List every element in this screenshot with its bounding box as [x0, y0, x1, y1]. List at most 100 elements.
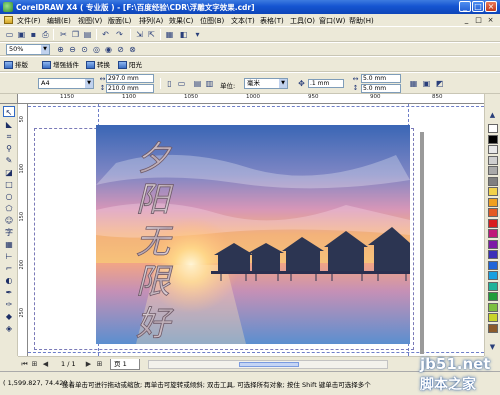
- maximize-button[interactable]: □: [472, 1, 484, 12]
- first-page-icon[interactable]: ⏮: [20, 359, 29, 369]
- duplicate-x-input[interactable]: 5.0 mm: [361, 74, 401, 83]
- guideline[interactable]: [28, 106, 484, 107]
- color-swatch[interactable]: [488, 260, 498, 270]
- color-swatch[interactable]: [488, 292, 498, 301]
- duplicate-y-input[interactable]: 5.0 mm: [361, 84, 401, 93]
- zoom-level-select[interactable]: 50% ▼: [6, 44, 50, 55]
- table-tool-icon[interactable]: ▦: [3, 239, 15, 250]
- import-icon[interactable]: ⇲: [134, 29, 145, 40]
- enhance-plugin-button[interactable]: 增强插件: [42, 59, 79, 71]
- treat-as-filled-icon[interactable]: ▣: [421, 78, 432, 89]
- portrait-icon[interactable]: ▯: [164, 78, 175, 89]
- outline-tool-icon[interactable]: ✑: [3, 299, 15, 310]
- sun-button[interactable]: 阳光: [118, 59, 142, 71]
- close-button[interactable]: ×: [485, 1, 497, 12]
- zoom-height-icon[interactable]: ⊗: [127, 44, 138, 55]
- next-page-icon[interactable]: ▶: [84, 359, 93, 369]
- typesetting-button[interactable]: 排版: [4, 59, 28, 71]
- text-tool-icon[interactable]: 字: [3, 227, 15, 238]
- color-swatch[interactable]: [488, 323, 498, 333]
- guideline[interactable]: [28, 352, 484, 353]
- copy-icon[interactable]: ❐: [70, 29, 81, 40]
- pick-tool-icon[interactable]: ↖: [3, 106, 15, 117]
- options-icon[interactable]: ▾: [192, 29, 203, 40]
- add-page-before-icon[interactable]: ⊞: [30, 359, 39, 369]
- drawing-canvas[interactable]: 夕 阳 无 限 好: [28, 104, 484, 356]
- menu-tools[interactable]: 工具(O): [290, 16, 315, 26]
- save-icon[interactable]: ▪: [28, 29, 39, 40]
- document-icon[interactable]: [4, 16, 13, 24]
- polygon-tool-icon[interactable]: ⬠: [3, 203, 15, 214]
- color-swatch[interactable]: [488, 250, 498, 259]
- color-swatch[interactable]: [488, 218, 498, 228]
- menu-text[interactable]: 文本(T): [231, 16, 255, 26]
- color-swatch[interactable]: [488, 229, 498, 238]
- units-settings-icon[interactable]: ▦: [408, 78, 419, 89]
- landscape-icon[interactable]: ▭: [176, 78, 187, 89]
- menu-table[interactable]: 表格(T): [260, 16, 284, 26]
- app-launcher-icon[interactable]: ▦: [164, 29, 175, 40]
- color-swatch[interactable]: [488, 145, 498, 154]
- menu-effects[interactable]: 效果(C): [169, 16, 193, 26]
- menu-file[interactable]: 文件(F): [17, 16, 41, 26]
- convert-button[interactable]: 转换: [86, 59, 110, 71]
- blend-tool-icon[interactable]: ◐: [3, 275, 15, 286]
- zoom-page-icon[interactable]: ◉: [103, 44, 114, 55]
- zoom-in-icon[interactable]: ⊕: [55, 44, 66, 55]
- palette-scroll-up-icon[interactable]: ▲: [487, 110, 498, 121]
- doc-minimize-button[interactable]: _: [462, 16, 471, 24]
- color-swatch[interactable]: [488, 271, 498, 280]
- current-page-icon[interactable]: ▥: [204, 78, 215, 89]
- new-file-icon[interactable]: ▭: [4, 29, 15, 40]
- color-swatch[interactable]: [488, 302, 498, 312]
- page-tab[interactable]: 页 1: [110, 359, 140, 370]
- color-swatch[interactable]: [488, 166, 498, 175]
- eyedropper-tool-icon[interactable]: ✒: [3, 287, 15, 298]
- zoom-out-icon[interactable]: ⊖: [67, 44, 78, 55]
- add-page-after-icon[interactable]: ⊞: [95, 359, 104, 369]
- freehand-tool-icon[interactable]: ✎: [3, 155, 15, 166]
- nudge-distance-input[interactable]: .1 mm: [308, 79, 344, 88]
- previous-page-icon[interactable]: ◀: [41, 359, 50, 369]
- menu-bitmaps[interactable]: 位图(B): [200, 16, 224, 26]
- page-height-input[interactable]: 210.0 mm: [106, 84, 154, 93]
- smart-fill-icon[interactable]: ◪: [3, 167, 15, 178]
- scrollbar-thumb[interactable]: [239, 362, 299, 367]
- menu-edit[interactable]: 编辑(E): [47, 16, 71, 26]
- dimension-tool-icon[interactable]: ⊢: [3, 251, 15, 262]
- doc-restore-button[interactable]: □: [474, 16, 483, 24]
- vertical-ruler[interactable]: 50 100 150 200 250: [18, 104, 28, 356]
- palette-scroll-down-icon[interactable]: ▼: [487, 342, 498, 353]
- zoom-selected-icon[interactable]: ⊙: [79, 44, 90, 55]
- menu-view[interactable]: 视图(V): [78, 16, 102, 26]
- color-swatch[interactable]: [488, 208, 498, 217]
- paper-size-select[interactable]: A4 ▼: [38, 78, 94, 89]
- menu-help[interactable]: 帮助(H): [349, 16, 374, 26]
- menu-layout[interactable]: 版面(L): [108, 16, 131, 26]
- connector-tool-icon[interactable]: ⌐: [3, 263, 15, 274]
- cut-icon[interactable]: ✂: [58, 29, 69, 40]
- color-swatch[interactable]: [488, 187, 498, 196]
- color-swatch[interactable]: [488, 239, 498, 249]
- color-swatch[interactable]: [488, 281, 498, 291]
- print-icon[interactable]: ⎙: [40, 29, 51, 40]
- ruler-origin[interactable]: [0, 94, 18, 104]
- all-pages-icon[interactable]: ▤: [192, 78, 203, 89]
- zoom-width-icon[interactable]: ⊘: [115, 44, 126, 55]
- color-swatch[interactable]: [488, 176, 498, 186]
- menu-window[interactable]: 窗口(W): [319, 16, 345, 26]
- color-swatch[interactable]: [488, 124, 498, 133]
- horizontal-ruler[interactable]: 1150 1100 1050 1000 950 900 850: [18, 94, 484, 104]
- page-width-input[interactable]: 297.0 mm: [106, 74, 154, 83]
- crop-tool-icon[interactable]: ⌗: [3, 131, 15, 142]
- menu-arrange[interactable]: 排列(A): [139, 16, 163, 26]
- doc-close-button[interactable]: ×: [486, 16, 495, 24]
- color-swatch[interactable]: [488, 155, 498, 165]
- shape-tool-icon[interactable]: ◣: [3, 119, 15, 130]
- rectangle-tool-icon[interactable]: □: [3, 179, 15, 190]
- export-icon[interactable]: ⇱: [146, 29, 157, 40]
- zoom-tool-icon[interactable]: ⚲: [3, 143, 15, 154]
- color-swatch[interactable]: [488, 313, 498, 322]
- horizontal-scrollbar[interactable]: [148, 360, 388, 369]
- interactive-fill-icon[interactable]: ◈: [3, 323, 15, 334]
